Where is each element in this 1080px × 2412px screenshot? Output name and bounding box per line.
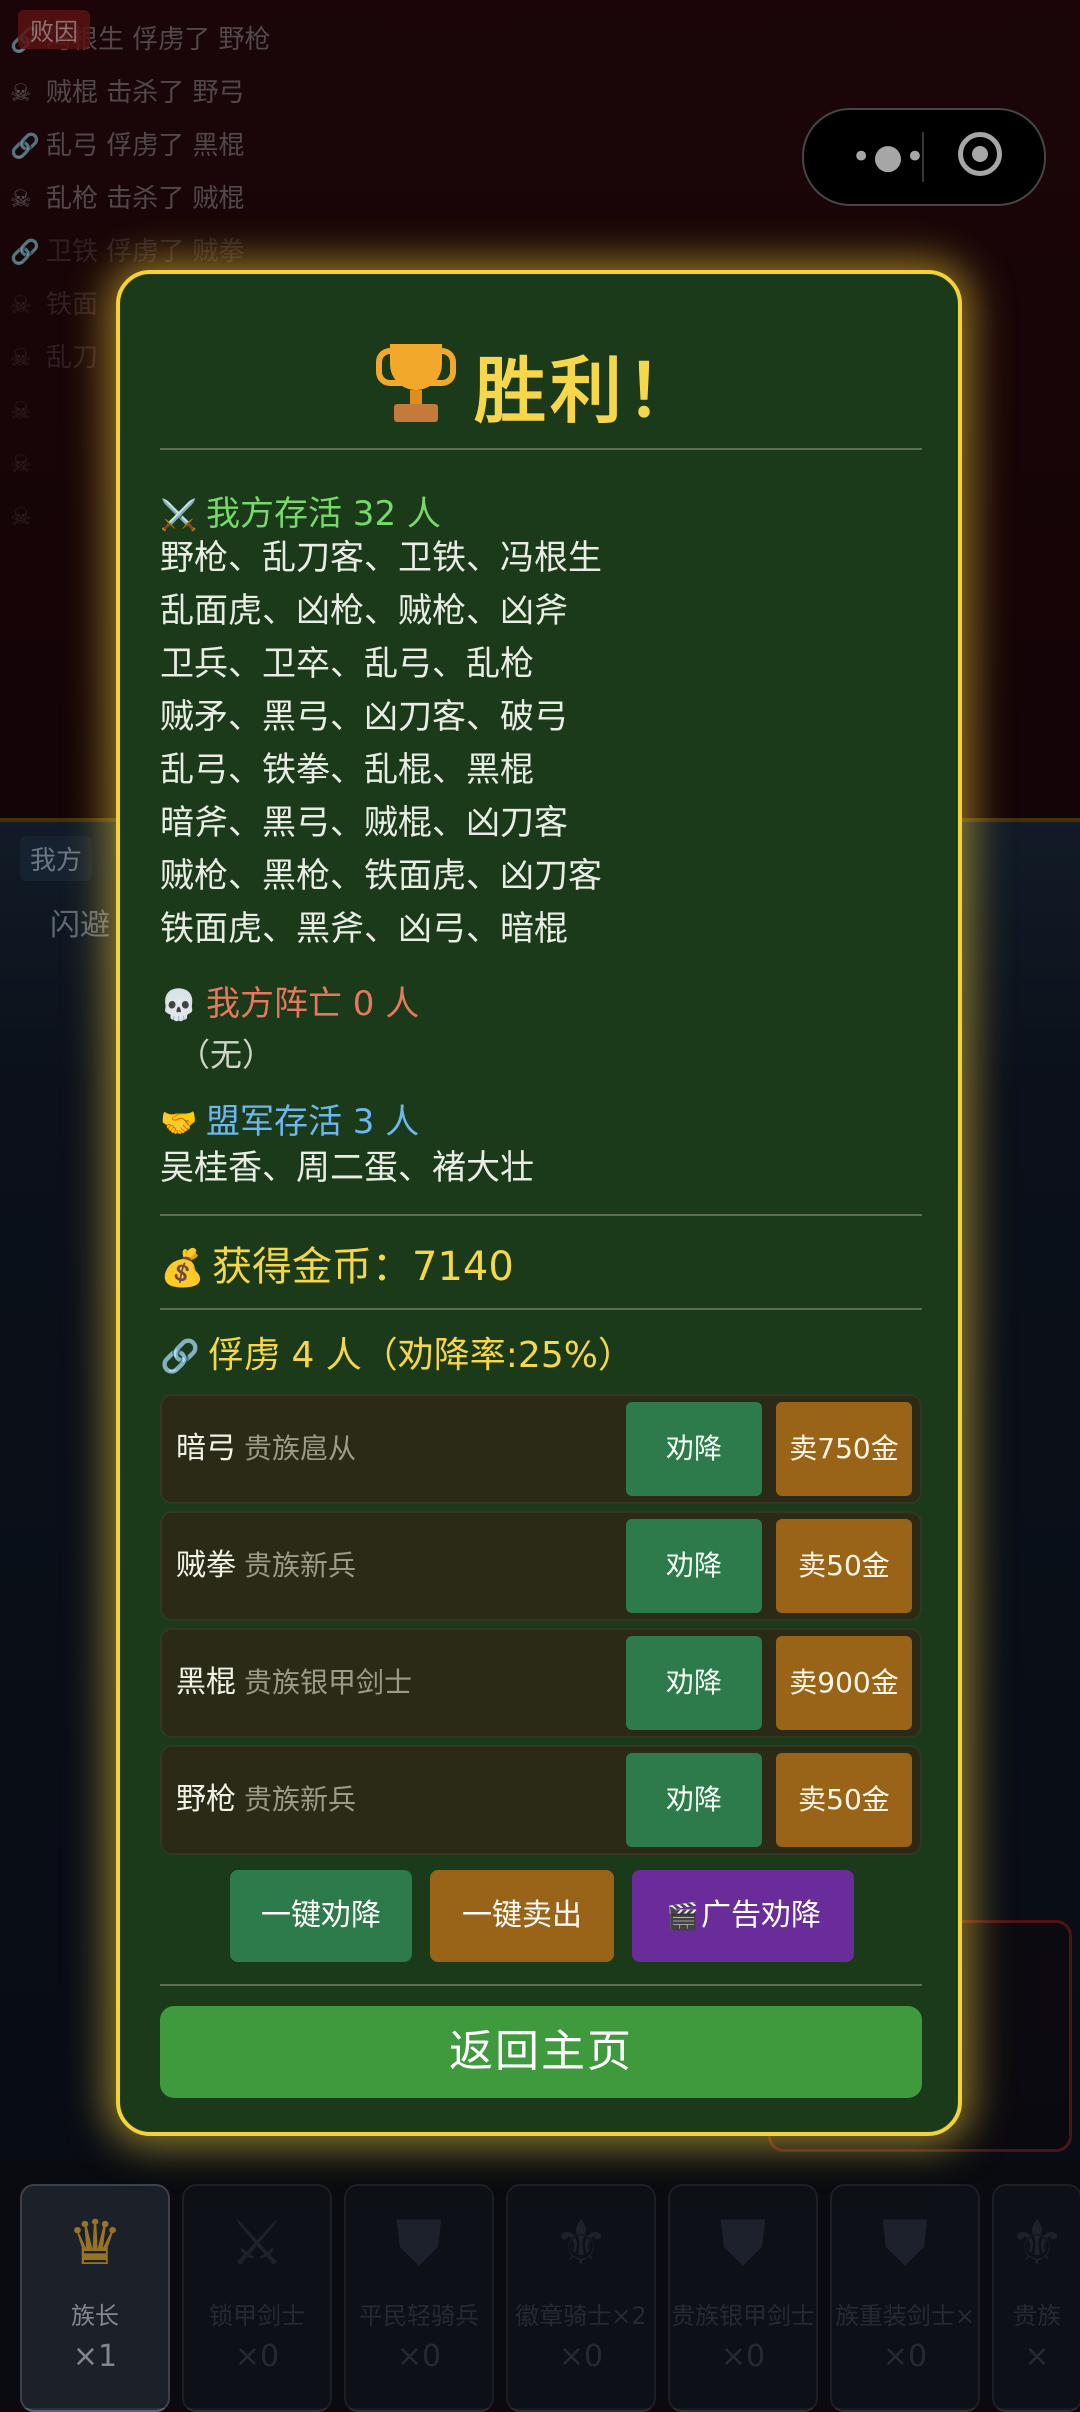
money-bag-icon: 💰	[160, 1248, 205, 1289]
survivor-line: 贼矛、黑弓、凶刀客、破弓	[160, 697, 568, 737]
allies-header: 🤝 盟军存活 3 人	[160, 1102, 420, 1142]
captive-row: 黑棍 贵族银甲剑士 劝降 卖900金	[160, 1628, 922, 1738]
modal-title: 胜利！	[120, 332, 958, 442]
gold-amount: 7140	[412, 1244, 514, 1290]
survivor-line: 乱弓、铁拳、乱棍、黑棍	[160, 750, 534, 790]
victory-title: 胜利！	[473, 349, 702, 433]
sell-button[interactable]: 卖50金	[776, 1519, 912, 1613]
survivor-line: 贼枪、黑枪、铁面虎、凶刀客	[160, 856, 602, 896]
ad-recruit-button[interactable]: 🎬广告劝降	[632, 1870, 854, 1962]
captive-name: 野枪	[176, 1782, 236, 1817]
captive-name: 贼拳	[176, 1548, 236, 1583]
divider	[160, 1308, 922, 1310]
dead-header: 💀 我方阵亡 0 人	[160, 984, 420, 1024]
survivor-line: 铁面虎、黑斧、凶弓、暗棍	[160, 909, 568, 949]
skull-icon: 💀	[160, 988, 198, 1023]
sell-button[interactable]: 卖900金	[776, 1636, 912, 1730]
return-home-button[interactable]: 返回主页	[160, 2006, 922, 2098]
recruit-button[interactable]: 劝降	[626, 1636, 762, 1730]
swords-icon: ⚔️	[160, 498, 198, 533]
victory-modal: 胜利！ ⚔️ 我方存活 32 人 野枪、乱刀客、卫铁、冯根生 乱面虎、凶枪、贼枪、…	[116, 270, 962, 2136]
survivor-line: 暗斧、黑弓、贼棍、凶刀客	[160, 803, 568, 843]
captive-type: 贵族银甲剑士	[244, 1666, 413, 1699]
captive-row: 野枪 贵族新兵 劝降 卖50金	[160, 1745, 922, 1855]
survivor-line: 卫兵、卫卒、乱弓、乱枪	[160, 644, 534, 684]
recruit-all-button[interactable]: 一键劝降	[230, 1870, 412, 1962]
survivor-list: 野枪、乱刀客、卫铁、冯根生 乱面虎、凶枪、贼枪、凶斧 卫兵、卫卒、乱弓、乱枪 贼…	[160, 532, 920, 956]
ally-line: 吴桂香、周二蛋、褚大壮	[160, 1148, 534, 1188]
ally-list: 吴桂香、周二蛋、褚大壮	[160, 1142, 920, 1195]
handshake-icon: 🤝	[160, 1106, 198, 1141]
captive-row: 贼拳 贵族新兵 劝降 卖50金	[160, 1511, 922, 1621]
survivors-header: ⚔️ 我方存活 32 人	[160, 494, 441, 534]
recruit-button[interactable]: 劝降	[626, 1402, 762, 1496]
sell-all-button[interactable]: 一键卖出	[430, 1870, 614, 1962]
captive-type: 贵族扈从	[244, 1432, 357, 1465]
captive-name: 暗弓	[176, 1431, 236, 1466]
chain-icon: 🔗	[160, 1337, 200, 1375]
gold-reward: 💰 获得金币：7140	[160, 1244, 514, 1290]
divider	[160, 1984, 922, 1986]
survivor-line: 野枪、乱刀客、卫铁、冯根生	[160, 538, 602, 578]
divider	[160, 448, 922, 450]
sell-button[interactable]: 卖50金	[776, 1753, 912, 1847]
clapperboard-icon: 🎬	[666, 1902, 700, 1932]
recruit-button[interactable]: 劝降	[626, 1519, 762, 1613]
survivor-line: 乱面虎、凶枪、贼枪、凶斧	[160, 591, 568, 631]
captive-type: 贵族新兵	[244, 1549, 357, 1582]
divider	[160, 1214, 922, 1216]
captive-name: 黑棍	[176, 1665, 236, 1700]
sell-button[interactable]: 卖750金	[776, 1402, 912, 1496]
recruit-button[interactable]: 劝降	[626, 1753, 762, 1847]
trophy-icon	[375, 343, 456, 426]
captive-row: 暗弓 贵族扈从 劝降 卖750金	[160, 1394, 922, 1504]
dead-list-empty: （无）	[178, 1036, 275, 1074]
captive-type: 贵族新兵	[244, 1783, 357, 1816]
captives-header: 🔗 俘虏 4 人（劝降率:25%）	[160, 1335, 634, 1376]
